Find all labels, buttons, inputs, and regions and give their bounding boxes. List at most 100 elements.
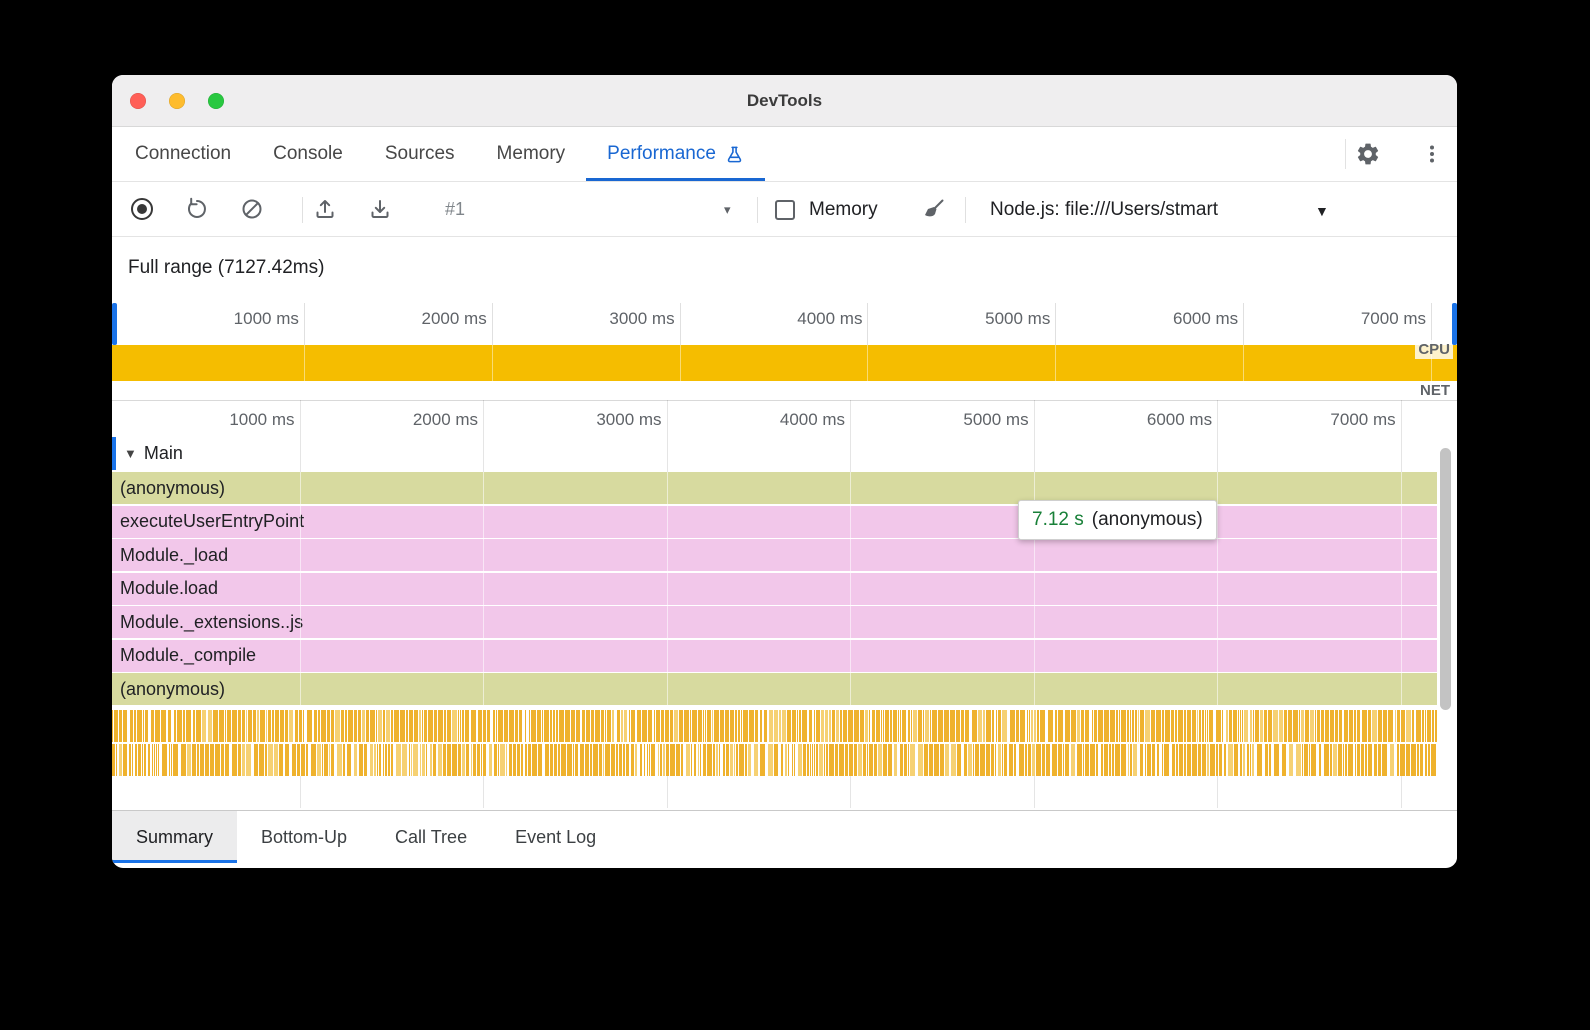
activity-sliver: [1382, 744, 1387, 776]
activity-sliver: [1284, 710, 1287, 742]
load-profile-icon[interactable]: [313, 197, 337, 221]
clear-recording-icon[interactable]: [240, 197, 264, 221]
reload-and-record-icon[interactable]: [185, 197, 209, 221]
range-handle-left[interactable]: [112, 303, 117, 345]
activity-sliver: [816, 710, 820, 742]
activity-sliver: [1244, 710, 1248, 742]
activity-sliver: [1046, 744, 1050, 776]
activity-sliver: [782, 710, 786, 742]
history-dropdown-caret-icon[interactable]: ▾: [724, 202, 731, 218]
activity-sliver: [934, 744, 939, 776]
activity-sliver: [483, 710, 486, 742]
activity-sliver: [612, 710, 614, 742]
activity-sliver: [471, 744, 472, 776]
activity-sliver: [913, 710, 917, 742]
tab-performance[interactable]: Performance: [586, 127, 765, 181]
more-options-icon[interactable]: [1420, 142, 1444, 166]
grid-line: [300, 776, 301, 808]
activity-sliver: [794, 744, 795, 776]
activity-sliver: [1216, 744, 1218, 776]
cpu-label: CPU: [1415, 340, 1453, 359]
activity-sliver: [707, 710, 711, 742]
activity-sliver: [130, 710, 133, 742]
target-selector[interactable]: Node.js: file:///Users/stmart: [990, 182, 1218, 237]
toolbar-separator: [965, 197, 966, 223]
activity-sliver: [458, 710, 459, 742]
devtools-window: DevTools ConnectionConsoleSourcesMemoryP…: [112, 75, 1457, 868]
activity-sliver: [690, 710, 691, 742]
record-button[interactable]: [131, 198, 153, 220]
activity-sliver: [529, 710, 530, 742]
memory-checkbox[interactable]: [775, 200, 795, 220]
close-window-button[interactable]: [130, 93, 146, 109]
history-selector[interactable]: #1: [445, 182, 465, 237]
activity-sliver: [1083, 744, 1084, 776]
activity-sliver: [819, 744, 823, 776]
activity-sliver: [1412, 710, 1414, 742]
activity-sliver: [303, 710, 304, 742]
activity-sliver: [691, 744, 692, 776]
tab-memory[interactable]: Memory: [476, 127, 587, 181]
activity-sliver: [874, 744, 877, 776]
activity-sliver: [1257, 744, 1262, 776]
activity-sliver: [542, 710, 543, 742]
activity-sliver: [593, 744, 598, 776]
activity-sliver: [1198, 744, 1201, 776]
flame-chart: 1000 ms2000 ms3000 ms4000 ms5000 ms6000 …: [112, 400, 1457, 810]
activity-sliver: [707, 744, 712, 776]
activity-sliver: [998, 710, 1001, 742]
collect-garbage-icon[interactable]: [922, 197, 946, 221]
flame-scrollbar-thumb[interactable]: [1440, 448, 1451, 710]
activity-sliver: [292, 744, 296, 776]
activity-sliver: [257, 710, 259, 742]
net-band[interactable]: [112, 381, 1457, 401]
bottom-tab-event-log[interactable]: Event Log: [491, 811, 620, 863]
tab-label: Sources: [385, 143, 455, 165]
activity-sliver: [297, 744, 300, 776]
activity-sliver: [202, 710, 206, 742]
tab-sources[interactable]: Sources: [364, 127, 476, 181]
activity-sliver: [996, 710, 997, 742]
range-handle-right[interactable]: [1452, 303, 1457, 345]
activity-sliver: [394, 710, 399, 742]
activity-sliver: [143, 710, 144, 742]
activity-sliver: [193, 710, 195, 742]
activity-sliver: [377, 744, 378, 776]
stripe-band-1[interactable]: [112, 710, 1437, 742]
activity-sliver: [1242, 710, 1243, 742]
activity-sliver: [1014, 744, 1016, 776]
activity-sliver: [376, 710, 377, 742]
activity-sliver: [686, 744, 690, 776]
maximize-window-button[interactable]: [208, 93, 224, 109]
activity-sliver: [1016, 710, 1019, 742]
settings-gear-icon[interactable]: [1355, 141, 1381, 167]
activity-sliver: [509, 744, 512, 776]
cpu-band[interactable]: [112, 345, 1457, 381]
activity-sliver: [605, 710, 606, 742]
activity-sliver: [565, 710, 570, 742]
timeline-overview[interactable]: 1000 ms2000 ms3000 ms4000 ms5000 ms6000 …: [116, 303, 1455, 400]
activity-sliver: [391, 744, 393, 776]
tab-connection[interactable]: Connection: [114, 127, 252, 181]
activity-sliver: [1324, 744, 1329, 776]
target-dropdown-caret-icon[interactable]: ▼: [1315, 203, 1329, 219]
minimize-window-button[interactable]: [169, 93, 185, 109]
activity-sliver: [910, 744, 915, 776]
bottom-tab-summary[interactable]: Summary: [112, 811, 237, 863]
tab-console[interactable]: Console: [252, 127, 364, 181]
bottom-tab-bottom-up[interactable]: Bottom-Up: [237, 811, 371, 863]
activity-sliver: [1240, 744, 1242, 776]
bottom-tab-call-tree[interactable]: Call Tree: [371, 811, 491, 863]
activity-sliver: [968, 744, 972, 776]
activity-sliver: [918, 744, 923, 776]
activity-sliver: [1187, 710, 1191, 742]
activity-sliver: [713, 744, 715, 776]
activity-sliver: [1119, 710, 1120, 742]
activity-sliver: [900, 710, 901, 742]
activity-sliver: [1040, 710, 1045, 742]
stripe-band-2[interactable]: [112, 744, 1437, 776]
activity-sliver: [670, 710, 673, 742]
save-profile-icon[interactable]: [368, 197, 392, 221]
flame-scrollbar[interactable]: [1437, 440, 1457, 808]
activity-sliver: [1140, 710, 1144, 742]
